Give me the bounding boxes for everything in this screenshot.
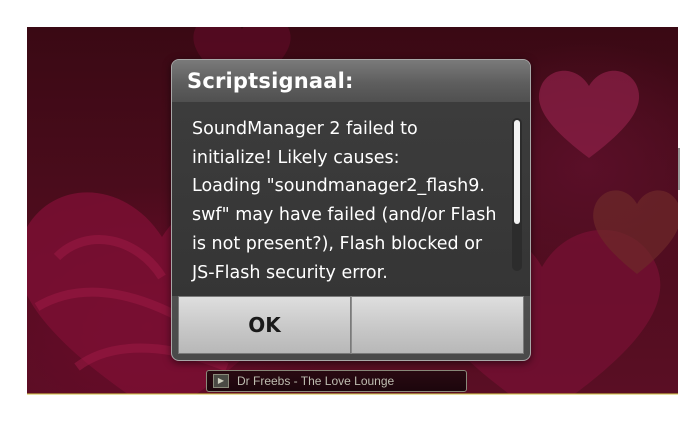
play-icon[interactable]: ▶ (213, 374, 229, 388)
dialog-scrollbar[interactable] (512, 118, 522, 271)
dialog-title-bar: Scriptsignaal: (172, 60, 530, 103)
dialog-scrollbar-thumb[interactable] (514, 120, 520, 224)
bottom-highlight-strip (27, 393, 678, 395)
dialog-title: Scriptsignaal: (187, 69, 354, 93)
dialog-message: SoundManager 2 failed to initialize! Lik… (192, 119, 497, 283)
script-alert-dialog: Scriptsignaal: SoundManager 2 failed to … (171, 59, 531, 361)
now-playing-title: Dr Freebs - The Love Lounge (237, 374, 395, 388)
now-playing-bar[interactable]: ▶ Dr Freebs - The Love Lounge (206, 370, 467, 392)
heart-decoration-right-brown (593, 190, 678, 274)
dialog-body: SoundManager 2 failed to initialize! Lik… (172, 103, 530, 296)
secondary-button[interactable] (351, 296, 524, 354)
heart-decoration-top-right (538, 70, 640, 158)
ok-button[interactable]: OK (178, 296, 351, 354)
device-frame: ▶ Dr Freebs - The Love Lounge Scriptsign… (0, 0, 700, 433)
device-side-marker (678, 148, 680, 190)
dialog-button-row: OK (178, 296, 524, 354)
